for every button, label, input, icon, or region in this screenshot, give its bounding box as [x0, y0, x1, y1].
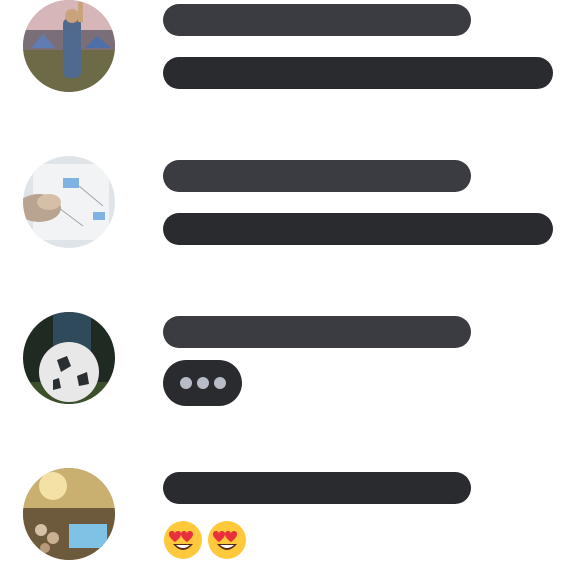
camping-photo: [23, 0, 115, 92]
typing-dot: [196, 377, 209, 389]
soccer-photo: [23, 312, 115, 404]
pool-party-photo: [23, 468, 115, 560]
message-line: [163, 57, 553, 89]
whiteboard-photo: [23, 156, 115, 248]
heart-eyes-emoji-icon[interactable]: [163, 520, 203, 560]
message-line: [163, 472, 471, 504]
heart-eyes-emoji-icon[interactable]: [207, 520, 247, 560]
typing-indicator: [163, 360, 242, 406]
reaction-row: [163, 520, 247, 560]
message-line: [163, 213, 553, 245]
avatar-soccer[interactable]: [23, 312, 115, 404]
message-line: [163, 160, 471, 192]
avatar-whiteboard[interactable]: [23, 156, 115, 248]
message-line: [163, 316, 471, 348]
message-line: [163, 4, 471, 36]
typing-dot: [179, 377, 192, 389]
avatar-pool-party[interactable]: [23, 468, 115, 560]
typing-dot: [213, 377, 226, 389]
avatar-camping[interactable]: [23, 0, 115, 92]
